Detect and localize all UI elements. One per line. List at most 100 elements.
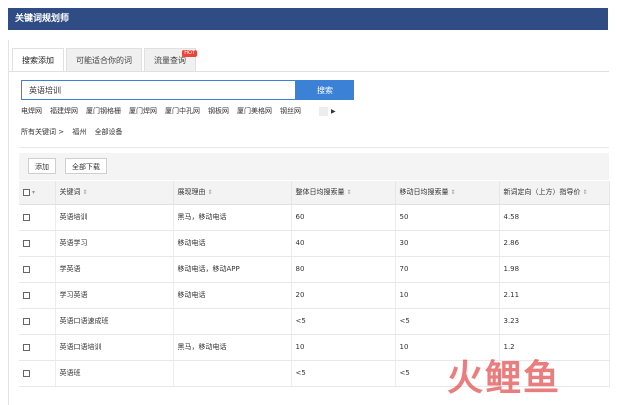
cell-guide-price: 4.58 — [499, 204, 610, 231]
table-row: 英语学习 移动电话 40 30 2.86 — [19, 230, 610, 257]
cell-guide-price: 1.98 — [499, 256, 610, 283]
cell-keyword: 英语口语培训 — [55, 334, 174, 361]
cell-keyword: 英语班 — [55, 360, 174, 387]
window-title-bar: 关键词规划师 — [8, 8, 608, 30]
column-header-label: 整体日均搜索量 — [295, 188, 345, 197]
related-keyword[interactable]: 厦门钢格栅 — [86, 106, 121, 116]
table-row: 学英语 移动电话，移动APP 80 70 1.98 — [19, 256, 610, 283]
row-select-cell — [19, 230, 56, 257]
related-keyword[interactable]: 厦门焊网 — [129, 106, 157, 116]
cell-total-search: 10 — [291, 334, 396, 361]
related-keyword[interactable]: 厦门美格网 — [237, 106, 272, 116]
cell-mobile-search: 10 — [395, 334, 500, 361]
breadcrumb-region[interactable]: 福州 — [72, 128, 86, 136]
cell-mobile-search: 50 — [395, 204, 500, 231]
tab-divider — [9, 71, 609, 72]
sort-icon[interactable]: ⇕ — [583, 189, 588, 196]
search-box — [21, 80, 296, 100]
cell-reason: 移动电话 — [173, 230, 292, 257]
tab-label: 可能适合你的词 — [76, 56, 132, 65]
cell-keyword: 学习英语 — [55, 282, 174, 309]
table-row: 英语培训 黑马，移动电话 60 50 4.58 — [19, 204, 610, 231]
related-keywords: 电焊网 福建焊网 厦门钢格栅 厦门焊网 厦门中孔网 钢板网 厦门美格网 钢丝网 … — [21, 106, 336, 116]
cell-mobile-search: <5 — [395, 308, 500, 335]
related-keyword[interactable]: 福建焊网 — [50, 106, 78, 116]
select-all-checkbox[interactable] — [23, 188, 30, 196]
row-checkbox[interactable] — [23, 213, 30, 221]
tab-label: 流量查询 — [154, 56, 186, 65]
search-button[interactable]: 搜索 — [296, 80, 354, 100]
cell-reason: 移动电话 — [173, 282, 292, 309]
chevron-down-icon[interactable]: ▾ — [32, 189, 35, 196]
row-select-cell — [19, 204, 56, 231]
sort-icon[interactable]: ⇕ — [208, 189, 213, 196]
column-header-label: 新词定向（上方）指导价 — [503, 188, 581, 197]
row-checkbox[interactable] — [23, 343, 30, 351]
keyword-table: ▾ 关键词 ⇕ 展现理由 ⇕ 整体日均搜索量 ⇕ 移动日均搜索量 ⇕ 新词定向（上方）指… — [19, 181, 610, 387]
table-row: 英语口语培训 黑马，移动电话 10 10 1.2 — [19, 334, 610, 361]
watermark-logo: 火鲤鱼 — [447, 358, 562, 399]
related-keyword[interactable]: 厦门中孔网 — [165, 106, 200, 116]
header-select-all[interactable]: ▾ — [19, 181, 56, 205]
scroll-left-button[interactable] — [319, 106, 328, 116]
table-row: 学习英语 移动电话 20 10 2.11 — [19, 282, 610, 309]
table-header-row: ▾ 关键词 ⇕ 展现理由 ⇕ 整体日均搜索量 ⇕ 移动日均搜索量 ⇕ 新词定向（上方）指… — [19, 181, 610, 205]
tab-label: 搜索添加 — [22, 56, 54, 65]
row-checkbox[interactable] — [23, 317, 30, 325]
row-select-cell — [19, 308, 56, 335]
tab-search-add[interactable]: 搜索添加 — [12, 48, 64, 72]
cell-reason: 黑马，移动电话 — [173, 204, 292, 231]
row-select-cell — [19, 282, 56, 309]
column-header-reason[interactable]: 展现理由 ⇕ — [173, 181, 292, 205]
cell-total-search: 40 — [291, 230, 396, 257]
cell-mobile-search: 70 — [395, 256, 500, 283]
column-header-label: 关键词 — [59, 188, 81, 197]
cell-total-search: 80 — [291, 256, 396, 283]
cell-reason: 移动电话，移动APP — [173, 256, 292, 283]
related-keyword[interactable]: 电焊网 — [21, 106, 42, 116]
keyword-search-input[interactable] — [22, 81, 295, 99]
add-button[interactable]: 添加 — [28, 158, 56, 174]
cell-mobile-search: 10 — [395, 282, 500, 309]
row-checkbox[interactable] — [23, 369, 30, 377]
row-select-cell — [19, 360, 56, 387]
row-select-cell — [19, 256, 56, 283]
table-toolbar: 添加 全部下载 — [19, 153, 609, 180]
row-checkbox[interactable] — [23, 291, 30, 299]
breadcrumb-device[interactable]: 全部设备 — [95, 128, 123, 136]
tab-traffic-query[interactable]: 流量查询 HOT — [144, 48, 197, 72]
column-header-keyword[interactable]: 关键词 ⇕ — [55, 181, 174, 205]
related-keyword[interactable]: 钢丝网 — [280, 106, 301, 116]
column-header-label: 移动日均搜索量 — [399, 188, 449, 197]
cell-guide-price: 3.23 — [499, 308, 610, 335]
cell-mobile-search: 30 — [395, 230, 500, 257]
sort-icon[interactable]: ⇕ — [347, 189, 352, 196]
chevron-right-icon[interactable]: ▶ — [331, 108, 336, 115]
cell-total-search: 60 — [291, 204, 396, 231]
column-header-label: 展现理由 — [177, 188, 206, 197]
row-select-cell — [19, 334, 56, 361]
cell-reason — [173, 308, 292, 335]
tab-suggested-words[interactable]: 可能适合你的词 — [66, 48, 142, 72]
download-all-button[interactable]: 全部下载 — [65, 158, 107, 174]
column-header-total-search[interactable]: 整体日均搜索量 ⇕ — [291, 181, 396, 205]
sort-icon[interactable]: ⇕ — [451, 189, 456, 196]
breadcrumb-all-keywords[interactable]: 所有关键词 > — [21, 128, 64, 136]
cell-keyword: 英语口语速成班 — [55, 308, 174, 335]
cell-total-search: 20 — [291, 282, 396, 309]
tab-bar: 搜索添加 可能适合你的词 流量查询 HOT — [12, 48, 198, 72]
cell-guide-price: 1.2 — [499, 334, 610, 361]
cell-total-search: <5 — [291, 360, 396, 387]
row-checkbox[interactable] — [23, 265, 30, 273]
cell-keyword: 英语培训 — [55, 204, 174, 231]
cell-reason — [173, 360, 292, 387]
column-header-guide-price[interactable]: 新词定向（上方）指导价 ⇕ — [499, 181, 610, 205]
column-header-mobile-search[interactable]: 移动日均搜索量 ⇕ — [395, 181, 500, 205]
related-keyword[interactable]: 钢板网 — [208, 106, 229, 116]
hot-badge: HOT — [182, 50, 197, 57]
window-title: 关键词规划师 — [15, 14, 70, 24]
sort-icon[interactable]: ⇕ — [83, 189, 88, 196]
cell-total-search: <5 — [291, 308, 396, 335]
row-checkbox[interactable] — [23, 239, 30, 247]
cell-keyword: 学英语 — [55, 256, 174, 283]
